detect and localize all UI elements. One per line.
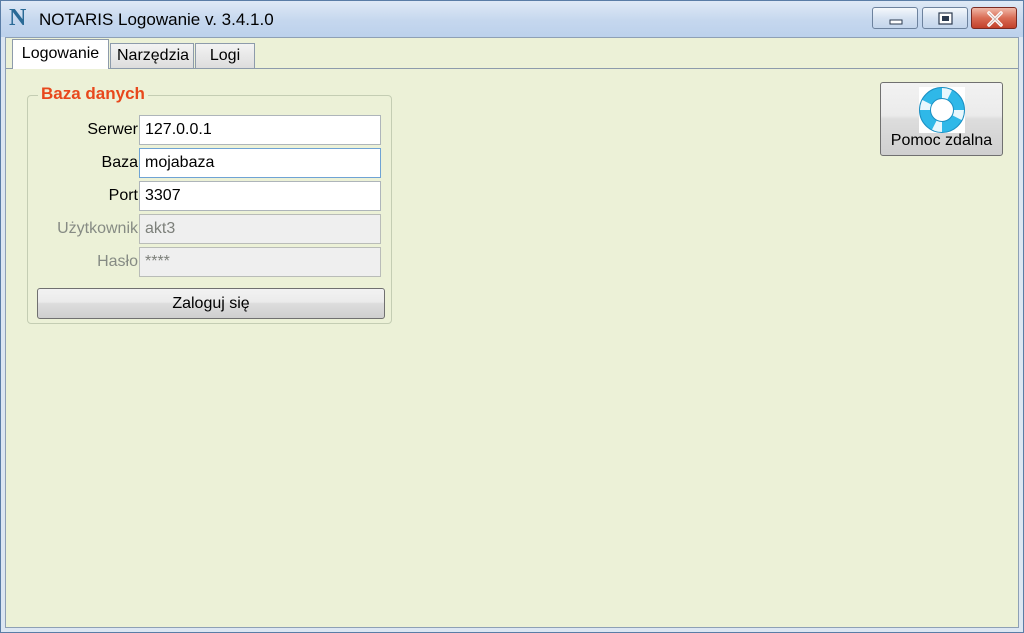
title-bar[interactable]: N NOTARIS Logowanie v. 3.4.1.0 xyxy=(1,1,1023,37)
database-label: Baza xyxy=(101,154,138,171)
user-label: Użytkownik xyxy=(57,220,138,237)
remote-help-button[interactable]: Pomoc zdalna xyxy=(880,82,1003,156)
tab-logi[interactable]: Logi xyxy=(195,43,255,68)
window-title: NOTARIS Logowanie v. 3.4.1.0 xyxy=(39,10,274,29)
client-area: Logowanie Narzędzia Logi Baza danych Ser… xyxy=(5,37,1019,628)
minimize-button[interactable] xyxy=(872,7,918,29)
password-label: Hasło xyxy=(97,253,138,270)
server-input[interactable] xyxy=(139,115,381,145)
login-button[interactable]: Zaloguj się xyxy=(37,288,385,319)
lifebuoy-icon xyxy=(919,87,965,133)
remote-help-label: Pomoc zdalna xyxy=(890,132,993,149)
password-input[interactable] xyxy=(139,247,381,277)
user-input[interactable] xyxy=(139,214,381,244)
maximize-icon xyxy=(938,12,953,25)
notaris-n-icon: N xyxy=(9,5,27,31)
server-label: Serwer xyxy=(87,121,138,138)
group-title: Baza danych xyxy=(38,84,148,104)
close-icon xyxy=(987,11,1003,27)
tab-narzedzia[interactable]: Narzędzia xyxy=(110,43,194,68)
app-window: N NOTARIS Logowanie v. 3.4.1.0 Logowanie… xyxy=(0,0,1024,633)
database-groupbox: Baza danych Serwer Baza Port Użytkownik … xyxy=(27,84,392,324)
database-input[interactable] xyxy=(139,148,381,178)
tab-logowanie[interactable]: Logowanie xyxy=(12,39,109,69)
logowanie-page: Baza danych Serwer Baza Port Użytkownik … xyxy=(7,69,1017,626)
port-input[interactable] xyxy=(139,181,381,211)
maximize-button[interactable] xyxy=(922,7,968,29)
tab-strip: Logowanie Narzędzia Logi xyxy=(6,38,1018,69)
minimize-icon xyxy=(889,19,903,25)
close-button[interactable] xyxy=(971,7,1017,29)
port-label: Port xyxy=(108,187,138,204)
